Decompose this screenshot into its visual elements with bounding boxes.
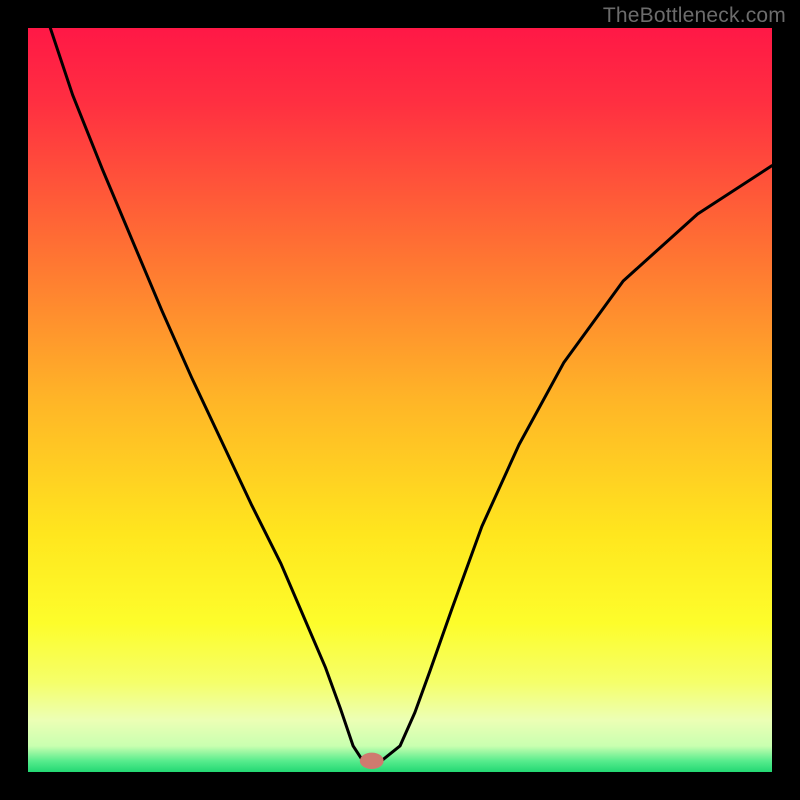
chart-svg bbox=[28, 28, 772, 772]
chart-background bbox=[28, 28, 772, 772]
target-marker bbox=[360, 753, 384, 769]
chart-frame: TheBottleneck.com bbox=[0, 0, 800, 800]
watermark-label: TheBottleneck.com bbox=[603, 4, 786, 28]
plot-area bbox=[28, 28, 772, 772]
